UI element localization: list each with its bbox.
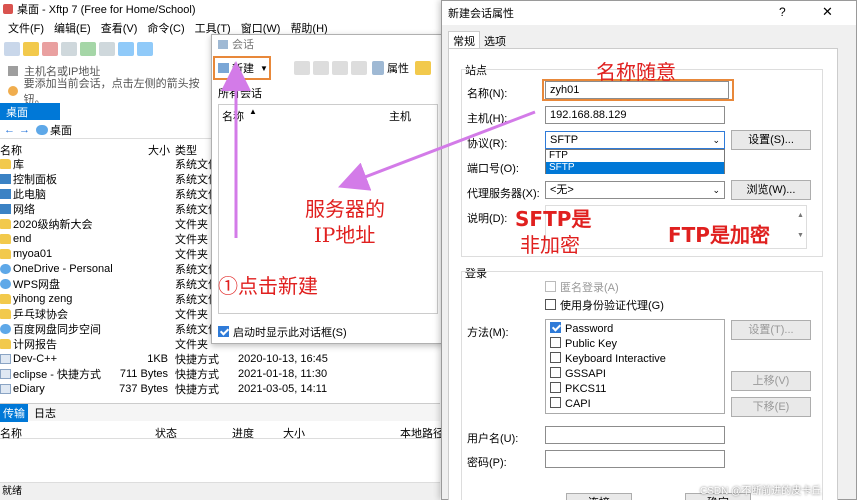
annotation-sftp-line2: 非加密 <box>520 233 580 257</box>
annotation-server-line2: IP地址 <box>314 223 376 247</box>
annotation-server-line1: 服务器的 <box>305 197 385 221</box>
arrow-to-host <box>337 110 536 191</box>
annotation-click-new: ①点击新建 <box>218 274 318 298</box>
annotation-sftp-line1: SFTP是 <box>515 207 592 231</box>
annotation-arrows <box>221 61 536 238</box>
annotation-ftp-note: FTP是加密 <box>668 223 770 247</box>
annotation-name-note: 名称随意 <box>596 60 676 84</box>
watermark: CSDN @不断前进的皮卡丘 <box>700 486 822 497</box>
